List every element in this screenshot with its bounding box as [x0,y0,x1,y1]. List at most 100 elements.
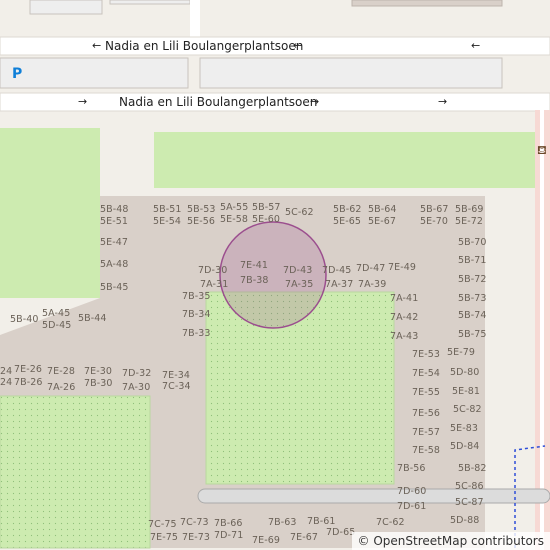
address-label: 7A-26 [47,382,76,393]
address-label: 7A-41 [390,293,419,304]
address-label: 5E-58 [220,214,249,225]
address-label: 5E-65 [333,216,362,227]
street-label-upper: Nadia en Lili Boulangerplantsoen [105,39,304,53]
oneway-arrow: ← [471,39,481,52]
address-label: 7A-43 [390,331,419,342]
address-label: 5C-86 [455,481,484,492]
grass-left [0,128,100,298]
address-label: 7D-60 [397,486,427,497]
address-label: 5E-72 [455,216,484,227]
address-label: 5E-79 [447,347,476,358]
address-label: 7B-66 [214,518,243,529]
address-label: 5B-69 [455,204,484,215]
address-label: 5B-74 [458,310,487,321]
address-label: 7B-63 [268,517,297,528]
address-label: 7D-71 [214,530,244,541]
road-vertical [190,0,200,40]
address-label: 5E-83 [450,423,479,434]
address-label: 7E-69 [252,535,281,546]
grass-top [154,132,550,188]
address-label: 7A-30 [122,382,151,393]
address-label: 5D-80 [450,367,480,378]
address-label: 7B-34 [182,309,211,320]
building-top-right [351,0,503,7]
oneway-arrow: → [438,95,448,108]
address-label: 5B-72 [458,274,487,285]
garden-bottom-left [0,395,151,549]
address-label: 5E-81 [452,386,481,397]
address-label: 24 [0,377,13,388]
address-label: 7B-38 [240,275,269,286]
address-label: 7E-30 [84,366,113,377]
oneway-arrow: → [310,95,320,108]
oneway-arrow: ← [293,39,303,52]
parking-area-top-mid [109,0,191,5]
address-label: 7B-56 [397,463,426,474]
address-label: 5E-54 [153,216,182,227]
address-label: 7A-31 [200,279,229,290]
address-label: 7E-57 [412,427,441,438]
address-label: 5B-53 [187,204,216,215]
street-label-lower: Nadia en Lili Boulangerplantsoen [119,95,318,109]
address-label: 5B-73 [458,293,487,304]
address-label: 5B-40 [10,314,39,325]
address-label: 7A-39 [358,279,387,290]
address-label: 5E-51 [100,216,129,227]
address-label: 7C-75 [148,519,177,530]
address-label: 5B-62 [333,204,362,215]
parking-lot-left [0,57,189,89]
address-label: 5B-64 [368,204,397,215]
address-label: 5E-47 [100,237,129,248]
address-label: 7B-35 [182,291,211,302]
address-label: 7D-32 [122,368,152,379]
address-label: 5A-45 [42,308,71,319]
address-label: 5B-51 [153,204,182,215]
address-label: 7B-33 [182,328,211,339]
address-label: 7A-35 [285,279,314,290]
address-label: 5A-48 [100,259,129,270]
oneway-arrow: → [78,95,88,108]
address-label: 5C-87 [455,497,484,508]
address-label: 7C-62 [376,517,405,528]
address-label: 5E-67 [368,216,397,227]
oneway-arrow: ← [92,39,102,52]
address-label: 7D-43 [283,265,313,276]
address-label: 7E-53 [412,349,441,360]
address-label: 5D-45 [42,320,72,331]
address-label: 5E-70 [420,216,449,227]
address-label: 5B-44 [78,313,107,324]
address-label: 7E-41 [240,260,269,271]
address-label: 7D-61 [397,501,427,512]
address-label: 5B-70 [458,237,487,248]
address-label: 7E-67 [290,532,319,543]
map-canvas[interactable]: ← Nadia en Lili Boulangerplantsoen ← ← →… [0,0,550,550]
address-label: 5C-82 [453,404,482,415]
address-label: 7E-28 [47,366,76,377]
address-label: 5B-71 [458,255,487,266]
parking-area-top-left [29,0,103,15]
address-label: 7B-61 [307,516,336,527]
address-label: 5A-55 [220,202,249,213]
address-label: 5E-60 [252,214,281,225]
parking-icon: P [12,66,23,82]
address-label: 7E-58 [412,445,441,456]
address-label: 7E-73 [182,532,211,543]
address-label: 5B-57 [252,202,281,213]
address-label: 7D-30 [198,265,228,276]
attribution[interactable]: © OpenStreetMap contributors [351,532,550,550]
address-label: 5B-75 [458,329,487,340]
address-label: 24 [0,366,13,377]
address-label: 7E-55 [412,387,441,398]
address-label: 7E-49 [388,262,417,273]
address-label: 5C-62 [285,207,314,218]
address-label: 7C-34 [162,381,191,392]
address-label: 7B-26 [14,377,43,388]
address-label: 7E-26 [14,364,43,375]
address-label: 7E-54 [412,368,441,379]
address-label: 5B-82 [458,463,487,474]
address-label: 5B-45 [100,282,129,293]
address-label: 7D-45 [322,265,352,276]
address-label: 7B-30 [84,378,113,389]
address-label: 5E-56 [187,216,216,227]
address-label: 7C-73 [180,517,209,528]
